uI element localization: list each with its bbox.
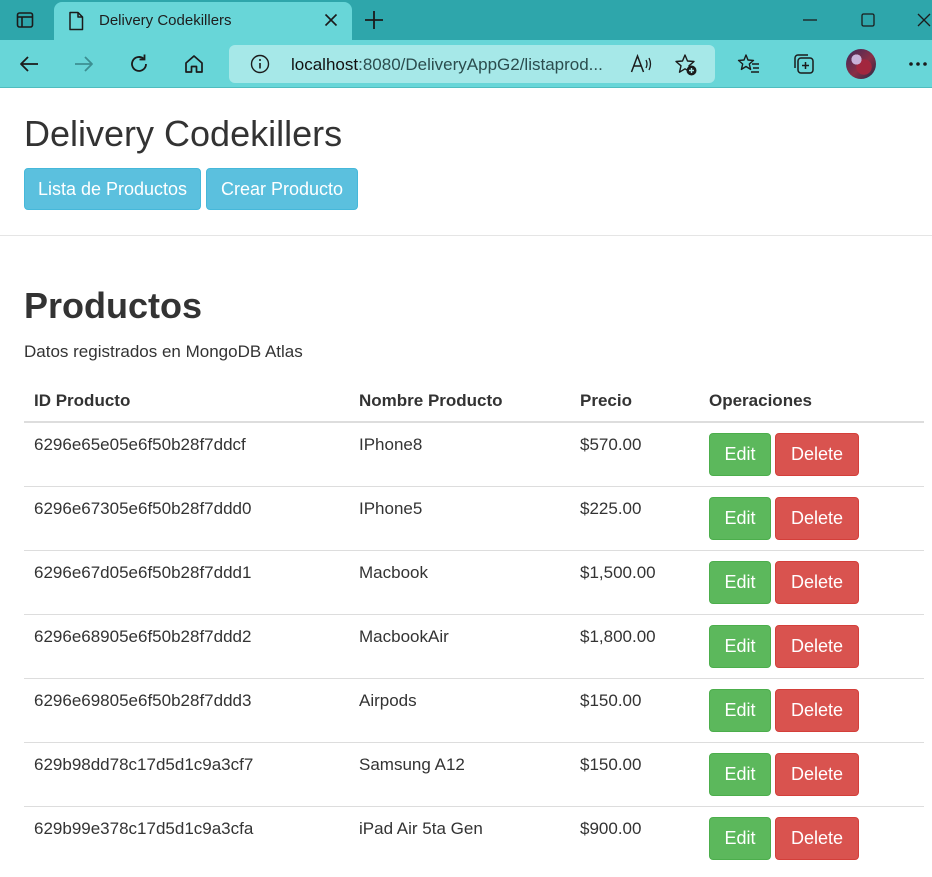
table-row: 629b98dd78c17d5d1c9a3cf7 Samsung A12 $15…: [24, 743, 924, 807]
favorites-list-icon: [737, 54, 759, 73]
address-bar[interactable]: localhost:8080/DeliveryAppG2/listaprod..…: [229, 45, 715, 83]
table-row: 6296e67305e6f50b28f7ddd0 IPhone5 $225.00…: [24, 487, 924, 551]
delete-button[interactable]: Delete: [775, 817, 859, 860]
header-divider: [0, 235, 932, 236]
product-id: 6296e68905e6f50b28f7ddd2: [34, 627, 252, 646]
product-price: $1,800.00: [580, 627, 656, 646]
product-price: $1,500.00: [580, 563, 656, 582]
collections-icon: [794, 54, 814, 74]
delete-button[interactable]: Delete: [775, 433, 859, 476]
product-id: 6296e65e05e6f50b28f7ddcf: [34, 435, 246, 454]
edit-button[interactable]: Edit: [709, 753, 771, 796]
section-title: Productos: [24, 285, 203, 326]
product-name: IPhone5: [359, 499, 423, 518]
table-row: 629b99e378c17d5d1c9a3cfa iPad Air 5ta Ge…: [24, 807, 924, 871]
collections-button[interactable]: [792, 52, 816, 76]
refresh-button[interactable]: [127, 52, 151, 76]
close-icon[interactable]: [322, 11, 340, 29]
avatar[interactable]: [846, 49, 876, 79]
product-price: $570.00: [580, 435, 642, 454]
url-host: localhost: [291, 55, 359, 74]
close-window-button[interactable]: [904, 6, 932, 34]
maximize-icon: [861, 13, 875, 27]
browser-toolbar: localhost:8080/DeliveryAppG2/listaprod..…: [0, 40, 932, 88]
edit-button[interactable]: Edit: [709, 433, 771, 476]
tab-title: Delivery Codekillers: [99, 12, 232, 29]
products-table: ID Producto Nombre Producto Precio Opera…: [24, 377, 924, 871]
maximize-button[interactable]: [848, 6, 888, 34]
list-products-button[interactable]: Lista de Productos: [24, 168, 201, 210]
minimize-button[interactable]: [790, 6, 830, 34]
edit-button[interactable]: Edit: [709, 689, 771, 732]
create-product-button[interactable]: Crear Producto: [206, 168, 358, 210]
page-content: Delivery Codekillers Lista de Productos …: [0, 89, 932, 877]
url-path: :8080/DeliveryAppG2/listaprod...: [358, 55, 603, 74]
site-title: Delivery Codekillers: [24, 113, 343, 154]
more-button[interactable]: [906, 52, 930, 76]
edit-button[interactable]: Edit: [709, 625, 771, 668]
product-price: $150.00: [580, 691, 642, 710]
product-id: 6296e69805e6f50b28f7ddd3: [34, 691, 252, 710]
product-name: Airpods: [359, 691, 417, 710]
product-id: 6296e67305e6f50b28f7ddd0: [34, 499, 252, 518]
refresh-icon: [131, 54, 147, 72]
home-button[interactable]: [182, 52, 206, 76]
product-id: 629b98dd78c17d5d1c9a3cf7: [34, 755, 254, 774]
read-aloud-icon[interactable]: [630, 54, 654, 74]
column-header-name: Nombre Producto: [359, 391, 503, 410]
edit-button[interactable]: Edit: [709, 497, 771, 540]
more-icon: [909, 62, 927, 66]
forward-button[interactable]: [72, 52, 96, 76]
column-header-price: Precio: [580, 391, 632, 410]
table-row: 6296e68905e6f50b28f7ddd2 MacbookAir $1,8…: [24, 615, 924, 679]
product-id: 6296e67d05e6f50b28f7ddd1: [34, 563, 252, 582]
close-icon: [917, 13, 931, 27]
delete-button[interactable]: Delete: [775, 561, 859, 604]
minimize-icon: [803, 19, 817, 21]
column-header-id: ID Producto: [34, 391, 131, 410]
column-header-operations: Operaciones: [709, 391, 812, 410]
forward-arrow-icon: [75, 56, 93, 72]
product-name: Macbook: [359, 563, 428, 582]
product-name: Samsung A12: [359, 755, 465, 774]
product-id: 629b99e378c17d5d1c9a3cfa: [34, 819, 254, 838]
edit-button[interactable]: Edit: [709, 817, 771, 860]
delete-button[interactable]: Delete: [775, 689, 859, 732]
delete-button[interactable]: Delete: [775, 625, 859, 668]
product-price: $900.00: [580, 819, 642, 838]
table-row: 6296e67d05e6f50b28f7ddd1 Macbook $1,500.…: [24, 551, 924, 615]
url-text: localhost:8080/DeliveryAppG2/listaprod..…: [291, 55, 621, 75]
plus-icon[interactable]: [362, 8, 386, 32]
delete-button[interactable]: Delete: [775, 753, 859, 796]
back-button[interactable]: [17, 52, 41, 76]
browser-tab[interactable]: Delivery Codekillers: [54, 2, 352, 40]
table-header: ID Producto Nombre Producto Precio Opera…: [24, 377, 924, 423]
info-icon[interactable]: [250, 54, 270, 74]
product-name: MacbookAir: [359, 627, 449, 646]
back-arrow-icon: [20, 56, 38, 72]
product-name: iPad Air 5ta Gen: [359, 819, 483, 838]
tab-actions-button[interactable]: [0, 0, 50, 40]
edit-button[interactable]: Edit: [709, 561, 771, 604]
table-row: 6296e69805e6f50b28f7ddd3 Airpods $150.00…: [24, 679, 924, 743]
delete-button[interactable]: Delete: [775, 497, 859, 540]
product-price: $225.00: [580, 499, 642, 518]
home-icon: [185, 55, 203, 73]
table-row: 6296e65e05e6f50b28f7ddcf IPhone8 $570.00…: [24, 423, 924, 487]
tab-actions-icon: [16, 12, 34, 28]
product-price: $150.00: [580, 755, 642, 774]
page-icon: [69, 11, 84, 31]
section-subtitle: Datos registrados en MongoDB Atlas: [24, 342, 303, 361]
star-plus-icon[interactable]: [674, 53, 698, 77]
browser-tab-bar: Delivery Codekillers: [0, 0, 932, 40]
favorites-button[interactable]: [737, 52, 761, 76]
product-name: IPhone8: [359, 435, 423, 454]
